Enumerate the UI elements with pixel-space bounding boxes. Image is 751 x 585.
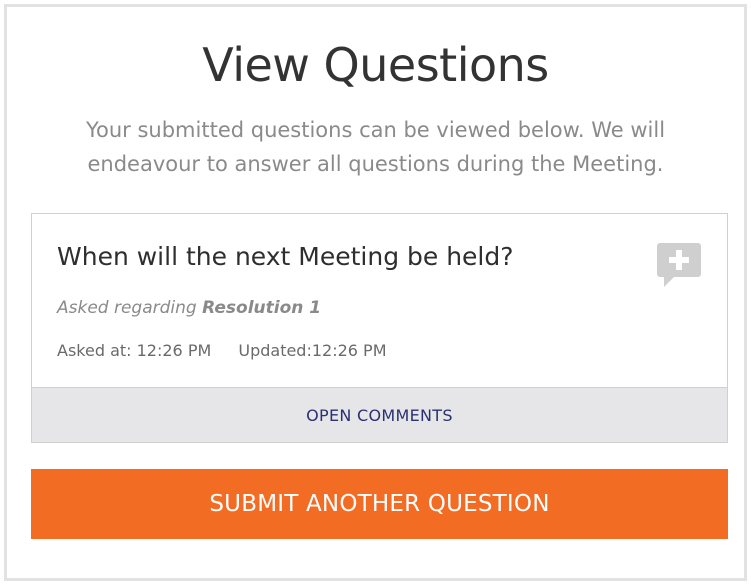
- add-comment-icon[interactable]: [656, 241, 702, 289]
- question-timestamps: Asked at: 12:26 PM Updated:12:26 PM: [57, 340, 387, 362]
- question-card: When will the next Meeting be held? Aske…: [31, 213, 728, 443]
- submit-another-question-button[interactable]: SUBMIT ANOTHER QUESTION: [31, 469, 728, 539]
- page-subtitle: Your submitted questions can be viewed b…: [85, 118, 666, 176]
- question-text: When will the next Meeting be held?: [57, 242, 514, 271]
- asked-regarding: Asked regarding Resolution 1: [57, 296, 321, 320]
- resolution-name: Resolution 1: [202, 298, 322, 318]
- view-questions-panel: View Questions Your submitted questions …: [4, 4, 747, 581]
- asked-at-time: Asked at: 12:26 PM: [57, 341, 212, 360]
- updated-at-time: Updated:12:26 PM: [238, 341, 387, 360]
- open-comments-button[interactable]: OPEN COMMENTS: [32, 387, 727, 442]
- asked-regarding-prefix: Asked regarding: [57, 298, 197, 318]
- page-title: View Questions: [202, 38, 549, 92]
